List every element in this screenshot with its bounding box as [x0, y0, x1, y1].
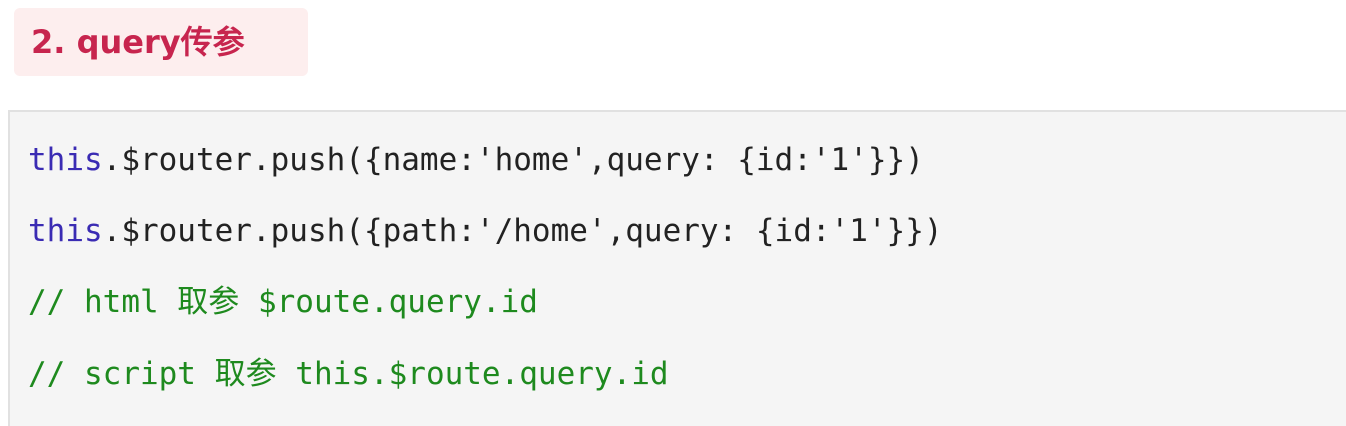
- code-text: .$router.push({path:'/home',query: {id:'…: [102, 213, 943, 249]
- code-line-1: this.$router.push({name:'home',query: {i…: [28, 138, 924, 182]
- code-keyword: this: [28, 213, 103, 249]
- code-keyword: this: [28, 142, 103, 178]
- code-comment-line-3: // html 取参 $route.query.id: [28, 284, 538, 320]
- code-block: this.$router.push({name:'home',query: {i…: [8, 110, 1346, 426]
- code-line-2: this.$router.push({path:'/home',query: {…: [28, 209, 943, 253]
- code-text: .$router.push({name:'home',query: {id:'1…: [102, 142, 924, 178]
- section-heading: 2. query传参: [14, 8, 308, 76]
- section-heading-text: 2. query传参: [31, 23, 245, 61]
- code-comment-line-4: // script 取参 this.$route.query.id: [28, 356, 669, 392]
